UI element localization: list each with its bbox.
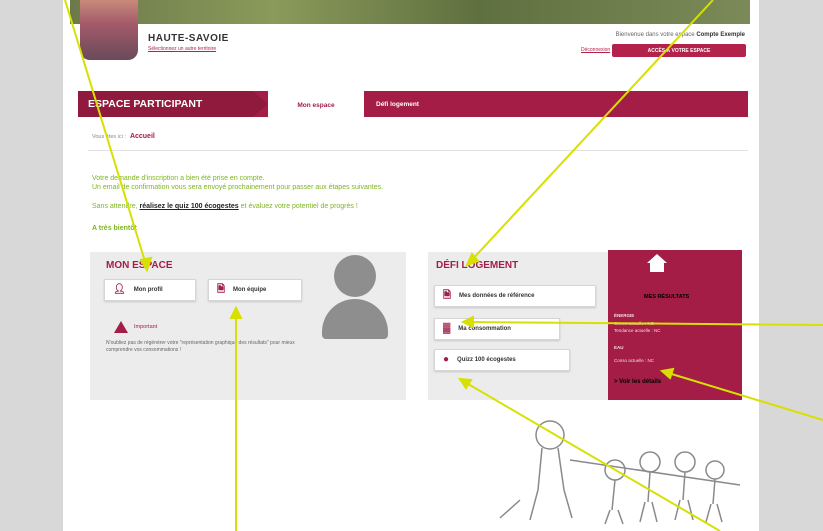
annotation-arrows xyxy=(64,0,823,531)
